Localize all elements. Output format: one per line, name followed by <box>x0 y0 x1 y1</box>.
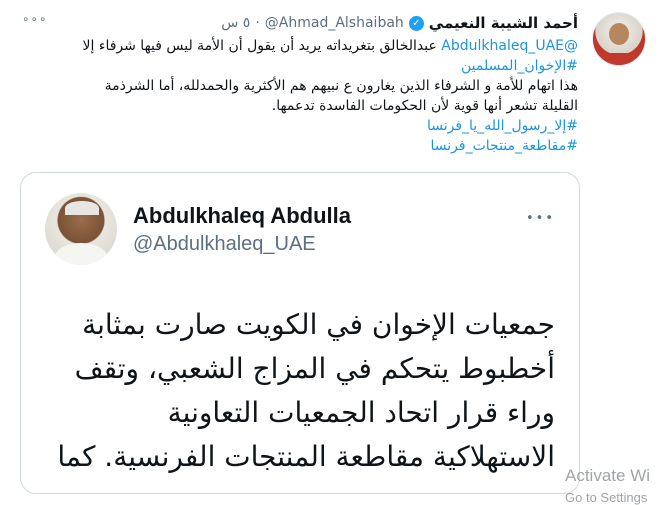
verified-badge-icon: ✓ <box>408 15 424 31</box>
hashtag-link[interactable]: #مقاطعة_منتجات_فرنسا <box>431 138 578 154</box>
activate-windows-subtitle: Go to Settings <box>565 490 648 505</box>
tweet-line: #الإخوان_المسلمين <box>8 56 578 76</box>
quoted-line: أخطبوط يتحكم في المزاج الشعبي، وتقف <box>74 352 555 385</box>
tweet-timestamp[interactable]: ٥ س <box>221 15 250 31</box>
tweet-line: @Abdulkhaleq_UAE عبدالخالق بتغريداته يري… <box>8 36 578 56</box>
more-options-icon[interactable]: ∘∘∘ <box>22 12 48 26</box>
avatar-headwear <box>65 201 99 215</box>
separator-dot: · <box>255 15 260 31</box>
tweet-line: القليلة تشعر أنها قوية لأن الحكومات الفا… <box>8 96 578 116</box>
author-avatar[interactable] <box>592 12 646 66</box>
author-name[interactable]: أحمد الشيبة النعيمي <box>429 14 578 32</box>
quoted-line: الاستهلاكية مقاطعة المنتجات الفرنسية. كم… <box>57 440 555 473</box>
quoted-tweet-card[interactable]: Abdulkhaleq Abdulla @Abdulkhaleq_UAE •••… <box>20 172 580 494</box>
author-handle[interactable]: @Ahmad_Alshaibah <box>265 15 404 31</box>
tweet-text: @Abdulkhaleq_UAE عبدالخالق بتغريداته يري… <box>8 36 578 156</box>
quoted-line: جمعيات الإخوان في الكويت صارت بمثابة <box>82 308 555 341</box>
quoted-tweet-text: جمعيات الإخوان في الكويت صارت بمثابة أخط… <box>35 303 555 479</box>
tweet-line-text: هذا اتهام للأمة و الشرفاء الذين يغارون ع… <box>104 78 578 94</box>
tweet-line: هذا اتهام للأمة و الشرفاء الذين يغارون ع… <box>8 76 578 96</box>
hashtag-link[interactable]: #الإخوان_المسلمين <box>461 58 578 74</box>
avatar-shirt <box>55 243 107 265</box>
tweet[interactable]: ∘∘∘ أحمد الشيبة النعيمي ✓ @Ahmad_Alshaib… <box>0 0 664 505</box>
more-options-icon[interactable]: ••• <box>526 211 555 226</box>
quoted-author-avatar[interactable] <box>45 193 117 265</box>
tweet-line: #إلا_رسول_الله_يا_فرنسا <box>8 116 578 136</box>
quoted-author-name[interactable]: Abdulkhaleq Abdulla <box>133 203 351 229</box>
tweet-line-text: عبدالخالق بتغريداته يريد أن يقول أن الأم… <box>82 38 442 54</box>
quoted-line: وراء قرار اتحاد الجمعيات التعاونية <box>167 396 555 429</box>
avatar-face <box>609 23 629 45</box>
hashtag-link[interactable]: #إلا_رسول_الله_يا_فرنسا <box>427 118 578 134</box>
quoted-author-handle[interactable]: @Abdulkhaleq_UAE <box>133 233 316 256</box>
tweet-line-text: القليلة تشعر أنها قوية لأن الحكومات الفا… <box>271 98 578 114</box>
tweet-header: أحمد الشيبة النعيمي ✓ @Ahmad_Alshaibah ·… <box>221 12 578 34</box>
activate-windows-watermark: Activate Wi <box>565 466 651 485</box>
mention-link[interactable]: @Abdulkhaleq_UAE <box>441 38 578 54</box>
tweet-line: #مقاطعة_منتجات_فرنسا <box>8 136 578 156</box>
avatar-band <box>593 53 645 65</box>
